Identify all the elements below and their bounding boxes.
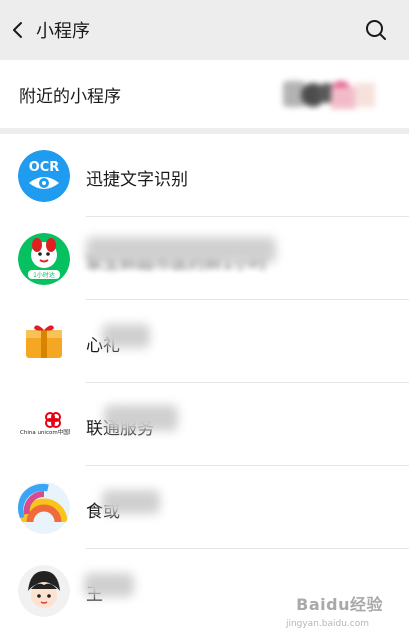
mascot-icon-text: 1小时达 xyxy=(33,271,55,279)
unicom-icon-text: China unicom中国联通 xyxy=(20,428,70,436)
watermark-sub: jingyan.baidu.com xyxy=(285,619,369,629)
list-item[interactable]: OCR 迅捷文字识别 xyxy=(0,134,409,217)
rainbow-icon xyxy=(18,482,70,534)
gift-box-icon xyxy=(18,316,70,368)
nearby-mini-programs-row[interactable]: 附近的小程序 xyxy=(0,60,409,128)
list-item[interactable]: 1小时达 家生鲜超市医药鲜1小时 xyxy=(0,217,409,300)
china-unicom-logo-icon: China unicom中国联通 xyxy=(18,399,70,451)
nearby-thumbnails xyxy=(283,81,375,109)
blur-mask xyxy=(102,324,150,348)
back-button[interactable] xyxy=(0,0,36,60)
search-button[interactable] xyxy=(365,19,387,41)
list-item[interactable]: 心礼 xyxy=(0,300,409,383)
list-item[interactable]: China unicom中国联通 联通服务 xyxy=(0,383,409,466)
search-icon xyxy=(366,20,386,40)
list-item[interactable]: 食或 xyxy=(0,466,409,549)
page-title: 小程序 xyxy=(36,21,90,42)
ocr-icon-text: OCR xyxy=(29,160,60,175)
ocr-eye-icon: OCR xyxy=(18,150,70,202)
blur-mask xyxy=(86,237,276,263)
header-bar: 小程序 xyxy=(0,0,409,60)
mini-program-list: OCR 迅捷文字识别 1小时达 家生鲜超市医药鲜1小时 China unicom… xyxy=(0,134,409,639)
blur-mask xyxy=(104,405,178,431)
chevron-left-icon xyxy=(13,22,22,38)
blur-mask xyxy=(84,573,134,597)
anime-avatar-icon xyxy=(18,565,70,617)
blur-mask xyxy=(102,490,160,514)
nearby-label: 附近的小程序 xyxy=(19,86,121,107)
watermark: Baidu经验 xyxy=(296,595,383,614)
app-label: 迅捷文字识别 xyxy=(86,170,188,190)
mascot-dog-icon: 1小时达 xyxy=(18,233,70,285)
